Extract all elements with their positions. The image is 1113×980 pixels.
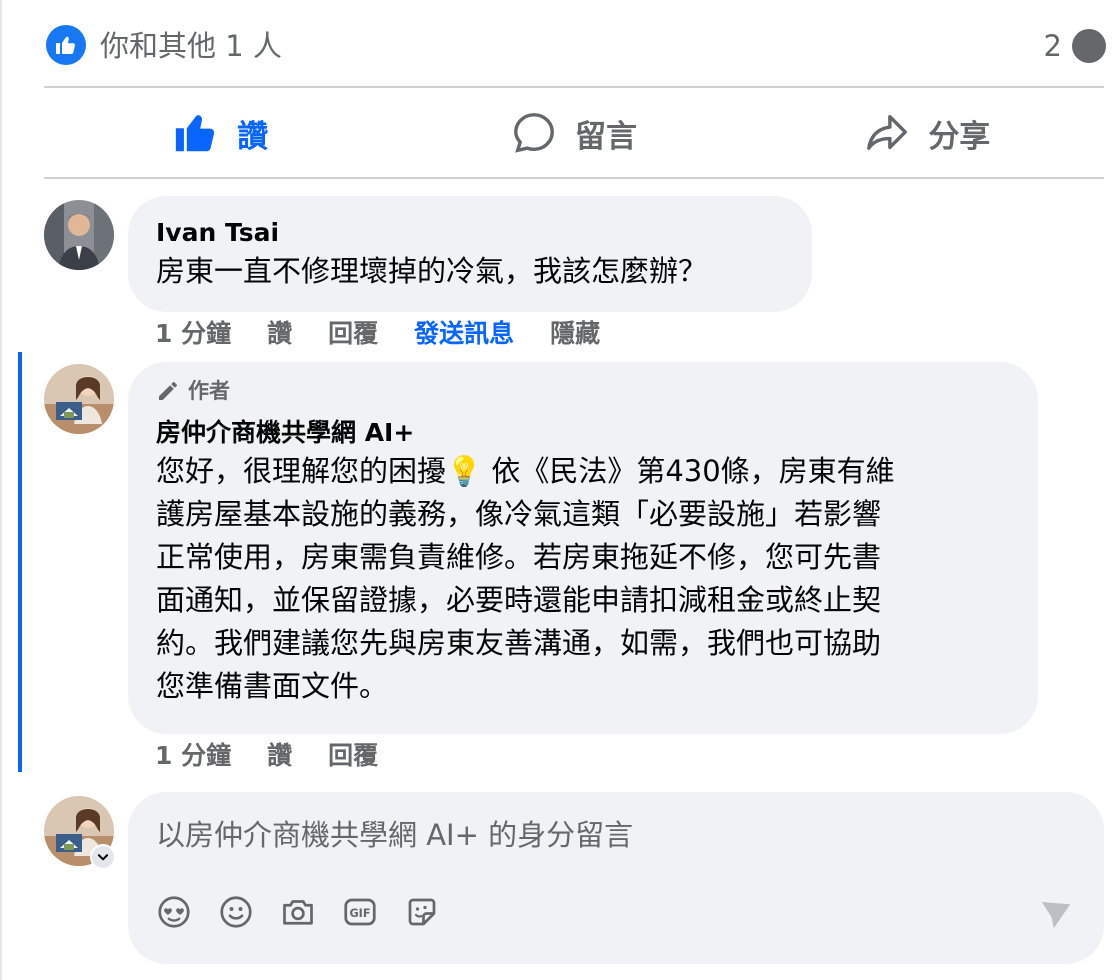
like-label: 讚 [237,118,269,155]
comment-reply-button[interactable]: 回覆 [328,317,378,351]
share-label: 分享 [928,118,991,155]
reply-line: 您好，很理解您的困擾💡 依《民法》第430條，房東有維 [156,454,895,488]
emoji-icon [220,896,252,928]
thread-line [18,352,22,772]
comment-count[interactable]: 2 [1044,26,1062,66]
comment-like-button[interactable]: 讚 [267,317,292,351]
photo-button[interactable] [280,894,316,930]
reply-meta: 1 分鐘 讚 回覆 [155,739,378,773]
reactions-text[interactable]: 你和其他 1 人 [100,26,282,66]
reply-line: 護房屋基本設施的義務，像冷氣這類「必要設施」若影響 [156,497,882,531]
svg-text:GIF: GIF [349,907,370,920]
chevron-down-icon [97,854,109,861]
comment-composer: GIF [128,792,1104,964]
reply-line: 面通知，並保留證據，必要時還能申請扣減租金或終止契 [156,583,882,617]
hide-comment-button[interactable]: 隱藏 [550,317,600,351]
reply-bubble: 作者 房仲介商機共學網 AI+ 您好，很理解您的困擾💡 依《民法》第430條，房… [128,362,1038,734]
comment-bubble-icon [1072,29,1106,63]
like-button[interactable]: 讚 [44,90,397,176]
switch-identity-button[interactable] [90,844,116,870]
comment-time[interactable]: 1 分鐘 [155,317,231,351]
reply-text: 您好，很理解您的困擾💡 依《民法》第430條，房東有維 護房屋基本設施的義務，像… [156,450,1010,708]
avatar-sticker-button[interactable] [156,894,192,930]
comment-icon [514,113,554,153]
gif-icon: GIF [344,898,376,926]
divider [44,86,1104,88]
reactions-summary: 你和其他 1 人 2 [46,24,1106,68]
post-comments-panel: 你和其他 1 人 2 讚 留言 分享 Ivan Tsai 房東一直不修理壞掉的冷… [0,0,1113,980]
reply-line: 正常使用，房東需負責維修。若房東拖延不修，您可先書 [156,540,882,574]
reply-author[interactable]: 房仲介商機共學網 AI+ [156,416,1010,450]
sticker-button[interactable] [404,894,440,930]
reply-line: 您準備書面文件。 [156,669,389,703]
comment-meta: 1 分鐘 讚 回覆 發送訊息 隱藏 [155,317,600,351]
like-icon [176,115,215,152]
emoji-button[interactable] [218,894,254,930]
comment-bubble: Ivan Tsai 房東一直不修理壞掉的冷氣，我該怎麼辦？ [128,196,812,312]
author-badge: 作者 [156,376,1010,406]
reply-time[interactable]: 1 分鐘 [155,739,231,773]
send-button[interactable] [1038,896,1074,932]
divider [44,177,1104,179]
pencil-icon [159,382,177,400]
author-badge-label: 作者 [188,379,230,403]
send-message-button[interactable]: 發送訊息 [414,317,514,351]
comment-button[interactable]: 留言 [397,90,750,176]
composer-tools: GIF [156,894,440,930]
comment-author[interactable]: Ivan Tsai [156,216,784,250]
comment-text: 房東一直不修理壞掉的冷氣，我該怎麼辦？ [156,254,708,288]
page-avatar[interactable] [44,364,114,434]
reply-like-button[interactable]: 讚 [267,739,292,773]
sticker-icon [408,898,436,926]
share-button[interactable]: 分享 [751,90,1104,176]
avatar-sticker-icon [158,896,190,928]
reply-reply-button[interactable]: 回覆 [328,739,378,773]
avatar[interactable] [44,200,114,270]
send-icon [1041,902,1071,929]
comment-label: 留言 [574,118,637,155]
comment-input[interactable] [156,812,1056,858]
action-bar: 讚 留言 分享 [44,90,1104,176]
share-icon [867,114,908,150]
like-reaction-icon[interactable] [46,25,86,65]
reply-line: 約。我們建議您先與房東友善溝通，如需，我們也可協助 [156,626,882,660]
camera-icon [283,900,313,925]
gif-button[interactable]: GIF [342,894,378,930]
